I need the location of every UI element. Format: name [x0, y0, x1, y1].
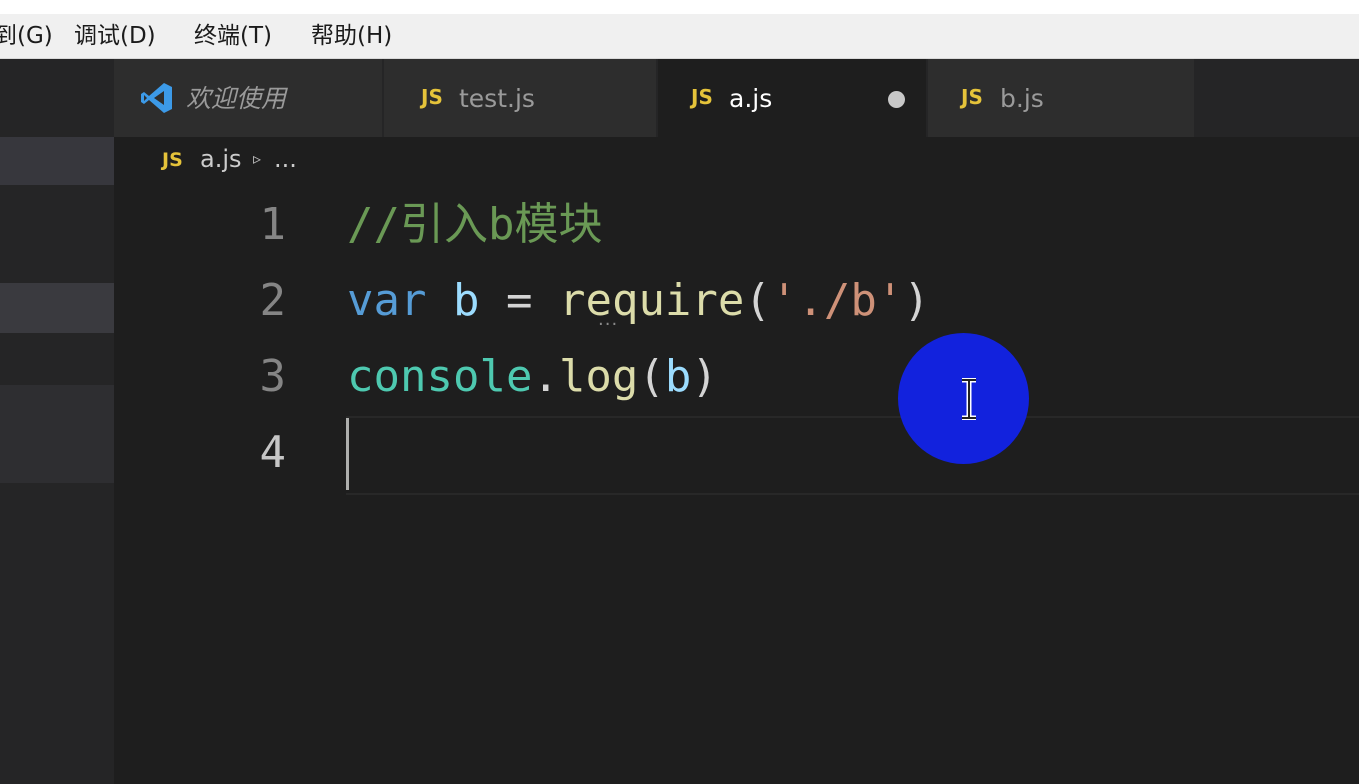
breadcrumb-more[interactable]: ...: [274, 145, 297, 173]
tab-label: test.js: [459, 84, 535, 113]
text-cursor: [346, 418, 349, 490]
code-editor[interactable]: 1 2 3 4 //引入b模块 var b = require('./b') c…: [114, 189, 1359, 784]
code-comment: //引入b模块: [347, 199, 603, 250]
tab-welcome[interactable]: 欢迎使用: [114, 59, 382, 137]
line-number: 1: [259, 199, 287, 250]
top-strip: [0, 0, 1359, 14]
line-number: 2: [259, 275, 287, 326]
sidebar-row-selected[interactable]: [0, 283, 114, 333]
tab-test-js[interactable]: JS test.js: [384, 59, 656, 137]
unsaved-dot-icon[interactable]: [888, 91, 905, 108]
js-icon: JS: [162, 149, 183, 171]
code-paren: ): [903, 275, 930, 326]
code-dot: .: [532, 351, 559, 402]
menu-go[interactable]: 到(G): [0, 20, 53, 52]
tab-label: b.js: [1000, 84, 1044, 113]
code-object: console: [347, 351, 533, 402]
menu-debug[interactable]: 调试(D): [74, 20, 156, 52]
menu-bar: 到(G) 调试(D) 终端(T) 帮助(H): [0, 14, 1359, 59]
menu-help[interactable]: 帮助(H): [311, 20, 392, 52]
code-paren: ): [691, 351, 718, 402]
js-icon: JS: [421, 85, 443, 109]
code-paren: (: [744, 275, 771, 326]
tab-bar: 欢迎使用 JS test.js JS a.js JS b.js: [114, 59, 1359, 137]
code-line-3[interactable]: console.log(b): [347, 347, 718, 407]
current-line-highlight: [346, 416, 1359, 495]
code-paren: (: [638, 351, 665, 402]
breadcrumb: JS a.js ▹ ...: [114, 137, 1359, 189]
suggestion-hint-dots[interactable]: ...: [598, 309, 618, 330]
code-variable: b: [452, 275, 480, 326]
ibeam-cursor-icon: [962, 378, 976, 420]
js-icon: JS: [691, 85, 713, 109]
breadcrumb-file[interactable]: a.js: [200, 145, 242, 173]
code-keyword: var: [347, 275, 427, 326]
vscode-icon: [141, 83, 172, 113]
sidebar-row[interactable]: [0, 137, 114, 185]
code-variable: b: [664, 351, 692, 402]
chevron-right-icon: ▹: [253, 149, 262, 168]
code-function: require: [558, 275, 745, 326]
js-icon: JS: [961, 85, 983, 109]
line-number: 3: [259, 351, 287, 402]
tab-label: 欢迎使用: [186, 84, 287, 113]
code-function: log: [558, 351, 639, 402]
tab-label: a.js: [729, 84, 773, 113]
menu-terminal[interactable]: 终端(T): [194, 20, 272, 52]
code-line-1[interactable]: //引入b模块: [347, 195, 602, 255]
sidebar-row[interactable]: [0, 385, 114, 483]
code-string: './b': [770, 275, 904, 326]
line-number: 4: [259, 427, 287, 478]
code-operator: =: [479, 275, 559, 326]
tab-a-js[interactable]: JS a.js: [658, 59, 926, 137]
tab-b-js[interactable]: JS b.js: [928, 59, 1194, 137]
code-line-2[interactable]: var b = require('./b'): [347, 271, 930, 331]
sidebar: [0, 59, 114, 784]
